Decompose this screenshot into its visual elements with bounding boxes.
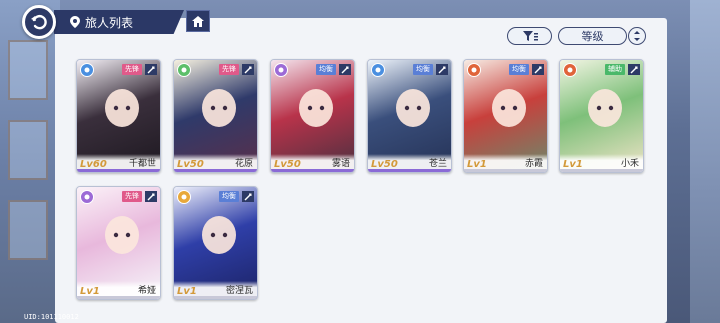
- rarity-stripe: [464, 169, 547, 172]
- background-window: [8, 40, 48, 100]
- water-element-icon: [80, 63, 94, 77]
- filter-icon: [522, 31, 538, 41]
- weapon-icon: [145, 191, 157, 202]
- background-right: [690, 0, 720, 323]
- sort-order-icon: [634, 31, 640, 41]
- location-pin-icon: [70, 16, 80, 28]
- home-icon: [192, 15, 204, 27]
- weapon-icon: [436, 64, 448, 75]
- rarity-stripe: [174, 296, 257, 299]
- role-badge: 先锋: [219, 64, 239, 75]
- user-id: UID:101110012: [24, 313, 79, 321]
- background-left: [0, 0, 60, 323]
- rarity-stripe: [368, 169, 451, 172]
- character-card[interactable]: 先锋 Lv1 希娅: [76, 186, 161, 300]
- title-bar: 旅人列表: [54, 10, 184, 34]
- filter-button[interactable]: [507, 27, 552, 45]
- back-arrow-icon: [31, 14, 47, 30]
- rarity-stripe: [174, 169, 257, 172]
- character-card[interactable]: 均衡 Lv50 雾语: [270, 59, 355, 173]
- character-card[interactable]: 均衡 Lv1 密涅瓦: [173, 186, 258, 300]
- weapon-icon: [145, 64, 157, 75]
- character-name: 花原: [234, 159, 253, 169]
- wind-element-icon: [177, 63, 191, 77]
- moon-element-icon: [80, 190, 94, 204]
- character-card[interactable]: 先锋 Lv60 千都世: [76, 59, 161, 173]
- rarity-stripe: [271, 169, 354, 172]
- weapon-icon: [628, 64, 640, 75]
- sort-order-toggle[interactable]: [628, 27, 646, 45]
- rarity-stripe: [560, 169, 643, 172]
- role-badge: 先锋: [122, 191, 142, 202]
- rarity-stripe: [77, 296, 160, 299]
- water-element-icon: [371, 63, 385, 77]
- role-badge: 先锋: [122, 64, 142, 75]
- sort-by-level-button[interactable]: 等级: [558, 27, 627, 45]
- weapon-icon: [242, 64, 254, 75]
- moon-element-icon: [274, 63, 288, 77]
- role-badge: 辅助: [605, 64, 625, 75]
- character-card[interactable]: 辅助 Lv1 小禾: [559, 59, 644, 173]
- background-window: [8, 200, 48, 260]
- character-name: 苍兰: [428, 159, 447, 169]
- character-name: 雾语: [331, 159, 350, 169]
- character-card[interactable]: 均衡 Lv1 赤霞: [463, 59, 548, 173]
- sort-label: 等级: [581, 30, 604, 43]
- weapon-icon: [532, 64, 544, 75]
- character-name: 千都世: [128, 159, 156, 169]
- background-window: [8, 120, 48, 180]
- character-name: 希娅: [137, 286, 156, 296]
- weapon-icon: [339, 64, 351, 75]
- role-badge: 均衡: [509, 64, 529, 75]
- fire-element-icon: [467, 63, 481, 77]
- character-card[interactable]: 先锋 Lv50 花原: [173, 59, 258, 173]
- character-name: 小禾: [620, 159, 639, 169]
- role-badge: 均衡: [413, 64, 433, 75]
- fire-element-icon: [563, 63, 577, 77]
- character-name: 赤霞: [524, 159, 543, 169]
- role-badge: 均衡: [219, 191, 239, 202]
- weapon-icon: [242, 191, 254, 202]
- character-name: 密涅瓦: [225, 286, 253, 296]
- light-element-icon: [177, 190, 191, 204]
- rarity-stripe: [77, 169, 160, 172]
- back-button[interactable]: [22, 5, 56, 39]
- home-button[interactable]: [186, 10, 210, 32]
- character-card[interactable]: 均衡 Lv50 苍兰: [367, 59, 452, 173]
- role-badge: 均衡: [316, 64, 336, 75]
- page-title: 旅人列表: [85, 15, 134, 30]
